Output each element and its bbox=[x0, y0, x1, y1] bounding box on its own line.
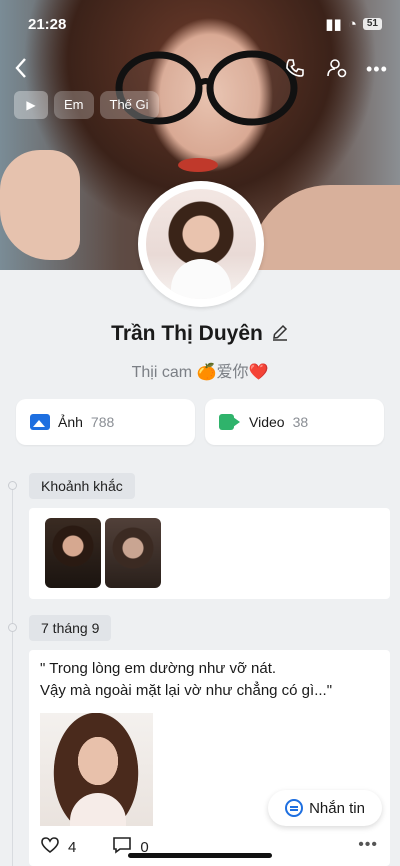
photos-count: 788 bbox=[90, 414, 115, 430]
chevron-left-icon bbox=[15, 58, 26, 78]
comment-icon bbox=[113, 837, 132, 854]
videos-count: 38 bbox=[292, 414, 309, 430]
music-bar: ▶ Em Thế Gi bbox=[14, 91, 159, 119]
chat-label: Nhắn tin bbox=[309, 799, 365, 817]
profile-bio: Thịi cam 🍊爱你❤️ bbox=[131, 364, 269, 381]
post-text-line: Vậy mà ngoài mặt lại vờ như chẳng có gì.… bbox=[40, 682, 333, 699]
video-icon bbox=[219, 414, 241, 430]
pencil-icon bbox=[272, 324, 287, 341]
photos-button[interactable]: Ảnh 788 bbox=[16, 399, 195, 445]
home-indicator bbox=[128, 853, 272, 858]
post-image[interactable] bbox=[40, 713, 153, 826]
moment-thumbnail[interactable] bbox=[105, 518, 161, 588]
profile-name: Trần Thị Duyên bbox=[111, 322, 263, 345]
like-count: 4 bbox=[68, 838, 77, 856]
profile-name-row: Trần Thị Duyên bbox=[0, 322, 400, 346]
phone-icon bbox=[286, 59, 304, 77]
timeline-line bbox=[12, 485, 13, 866]
photo-icon bbox=[30, 414, 50, 430]
post-image-body bbox=[70, 793, 126, 826]
videos-label: Video bbox=[249, 414, 285, 430]
wifi-icon: ◔ bbox=[347, 15, 357, 33]
cover-shoulder bbox=[250, 185, 400, 270]
avatar[interactable] bbox=[138, 181, 264, 307]
date-label: 7 tháng 9 bbox=[29, 615, 112, 641]
music-chip-1[interactable]: Em bbox=[54, 91, 94, 119]
music-chip-2[interactable]: Thế Gi bbox=[99, 91, 159, 119]
chat-button[interactable]: Nhắn tin bbox=[268, 790, 382, 826]
avatar-dress bbox=[171, 259, 231, 299]
heart-icon bbox=[41, 837, 59, 854]
videos-button[interactable]: Video 38 bbox=[205, 399, 384, 445]
timeline-dot bbox=[8, 623, 17, 632]
post-text: " Trong lòng em dường như vỡ nát. Vậy mà… bbox=[40, 658, 380, 702]
timeline-dot bbox=[8, 481, 17, 490]
more-button[interactable]: ••• bbox=[366, 57, 388, 81]
like-button[interactable] bbox=[40, 836, 60, 858]
music-play-button[interactable]: ▶ bbox=[14, 91, 48, 119]
photos-label: Ảnh bbox=[58, 414, 83, 430]
post-text-line: " Trong lòng em dường như vỡ nát. bbox=[40, 660, 277, 677]
call-button[interactable] bbox=[284, 57, 306, 85]
cover-lips bbox=[178, 158, 218, 172]
moments-section bbox=[29, 508, 390, 599]
signal-icon: ▮▮ bbox=[325, 16, 342, 33]
chat-bubble-icon bbox=[285, 799, 304, 817]
post-more-button[interactable]: ••• bbox=[358, 836, 378, 854]
post-card[interactable]: " Trong lòng em dường như vỡ nát. Vậy mà… bbox=[29, 650, 390, 866]
more-horizontal-icon: ••• bbox=[358, 836, 378, 853]
play-icon: ▶ bbox=[26, 98, 36, 112]
cover-hand bbox=[0, 150, 80, 260]
user-gear-icon bbox=[327, 59, 347, 78]
status-bar: 21:28 ▮▮ ◔ 51 bbox=[28, 14, 382, 34]
avatar-image bbox=[146, 189, 256, 299]
status-time: 21:28 bbox=[28, 15, 67, 33]
top-nav: ••• bbox=[0, 52, 400, 86]
battery-icon: 51 bbox=[362, 18, 382, 30]
edit-name-button[interactable] bbox=[271, 323, 289, 346]
back-button[interactable] bbox=[14, 57, 28, 85]
more-horizontal-icon: ••• bbox=[366, 59, 388, 79]
profile-settings-button[interactable] bbox=[326, 57, 348, 85]
moment-thumbnail[interactable] bbox=[45, 518, 101, 588]
moments-label: Khoảnh khắc bbox=[29, 473, 135, 499]
